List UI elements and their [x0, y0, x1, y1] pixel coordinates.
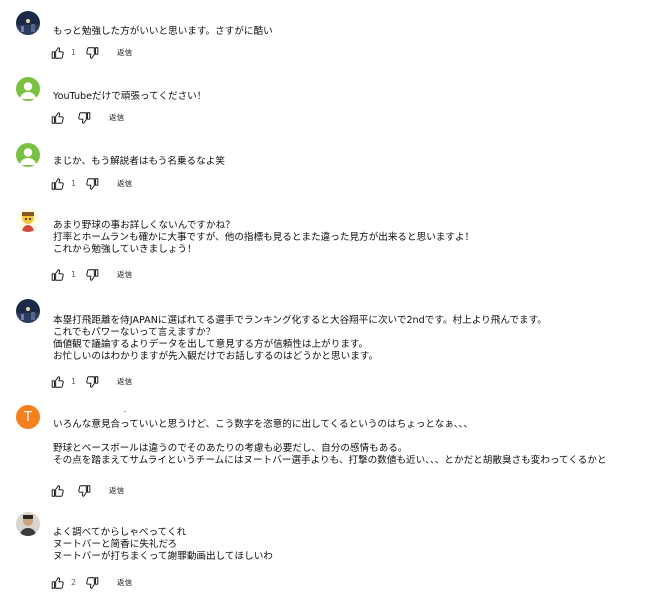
like-count: 1 — [71, 270, 77, 279]
thumbs-down-icon[interactable] — [85, 46, 99, 60]
reply-button[interactable]: 返信 — [117, 577, 132, 589]
thumbs-up-icon[interactable] — [51, 46, 65, 60]
user-avatar[interactable] — [16, 143, 40, 167]
user-avatar[interactable] — [16, 208, 40, 232]
comment-text: 本塁打飛距離を侍JAPANに選ばれてる選手でランキング化すると大谷翔平に次いで2… — [53, 315, 547, 326]
comment-text: お忙しいのはわかりますが先入観だけでお話しするのはどうかと思います。 — [53, 351, 379, 362]
thumbs-up-icon[interactable] — [51, 111, 65, 125]
avatar-letter: T — [24, 409, 32, 425]
reply-button[interactable]: 返信 — [117, 47, 132, 59]
user-avatar[interactable] — [16, 77, 40, 101]
comment-text: これから勉強していきましょう！ — [53, 244, 197, 255]
reply-button[interactable]: 返信 — [109, 112, 124, 124]
user-avatar[interactable] — [16, 11, 40, 35]
reply-button[interactable]: 返信 — [117, 178, 132, 190]
comment-text: これでもパワーないって言えますか？ — [53, 327, 216, 338]
comment-text: よく調べてからしゃべってくれ — [53, 527, 187, 538]
comment-text: もっと勉強した方がいいと思います。さすがに酷い — [53, 26, 273, 37]
thumbs-up-icon[interactable] — [51, 576, 65, 590]
comment-text: あまり野球の事お詳しくないんですかね？ — [53, 220, 235, 231]
user-avatar[interactable] — [16, 299, 40, 323]
thumbs-up-icon[interactable] — [51, 177, 65, 191]
comment-text: いろんな意見合っていいと思うけど、こう数字を恣意的に出してくるというのはちょっと… — [53, 419, 473, 430]
user-avatar[interactable]: T — [16, 405, 40, 429]
thumbs-up-icon[interactable] — [51, 375, 65, 389]
comment-text: ヌートバーと简香に失礼だろ — [53, 539, 178, 550]
thumbs-down-icon[interactable] — [85, 177, 99, 191]
thumbs-down-icon[interactable] — [77, 484, 91, 498]
reply-button[interactable]: 返信 — [117, 269, 132, 281]
thumbs-down-icon[interactable] — [77, 111, 91, 125]
comment-actions: 1 返信 — [51, 375, 251, 389]
comment-actions: 1 返信 — [51, 46, 251, 60]
comment-text: 価値観で議論するよりデータを出して意見する方が信頼性は上がります。 — [53, 339, 369, 350]
thumbs-up-icon[interactable] — [51, 484, 65, 498]
divider-dot — [124, 411, 126, 412]
comment-text: ヌートバーが打ちまくって謝罪動画出してほしいわ — [53, 551, 273, 562]
like-count: 1 — [71, 179, 77, 188]
comment-actions: 返信 — [51, 484, 251, 498]
thumbs-up-icon[interactable] — [51, 268, 65, 282]
reply-button[interactable]: 返信 — [117, 376, 132, 388]
comment-actions: 返信 — [51, 111, 251, 125]
like-count: 1 — [71, 377, 77, 386]
comment-actions: 1 返信 — [51, 268, 251, 282]
thumbs-down-icon[interactable] — [85, 268, 99, 282]
reply-button[interactable]: 返信 — [109, 485, 124, 497]
comment-text: YouTubeだけで頑張ってください！ — [53, 91, 207, 102]
like-count: 2 — [71, 578, 77, 587]
thumbs-down-icon[interactable] — [85, 375, 99, 389]
like-count: 1 — [71, 48, 77, 57]
comment-text: その点を踏まえてサムライというチームにはヌートバー選手よりも、打撃の数値も近い、… — [53, 455, 607, 466]
comment-text: まじか、もう解説者はもう名乗るなよ笑 — [53, 156, 225, 167]
comment-actions: 2 返信 — [51, 576, 251, 590]
comment-text: 野球とベースボールは違うのでそのあたりの考慮も必要だし、自分の感情もある。 — [53, 443, 408, 454]
user-avatar[interactable] — [16, 512, 40, 536]
comment-text: 打率とホームランも確かに大事ですが、他の指標も見るとまた違った見方が出来ると思い… — [53, 232, 475, 243]
comment-actions: 1 返信 — [51, 177, 251, 191]
thumbs-down-icon[interactable] — [85, 576, 99, 590]
